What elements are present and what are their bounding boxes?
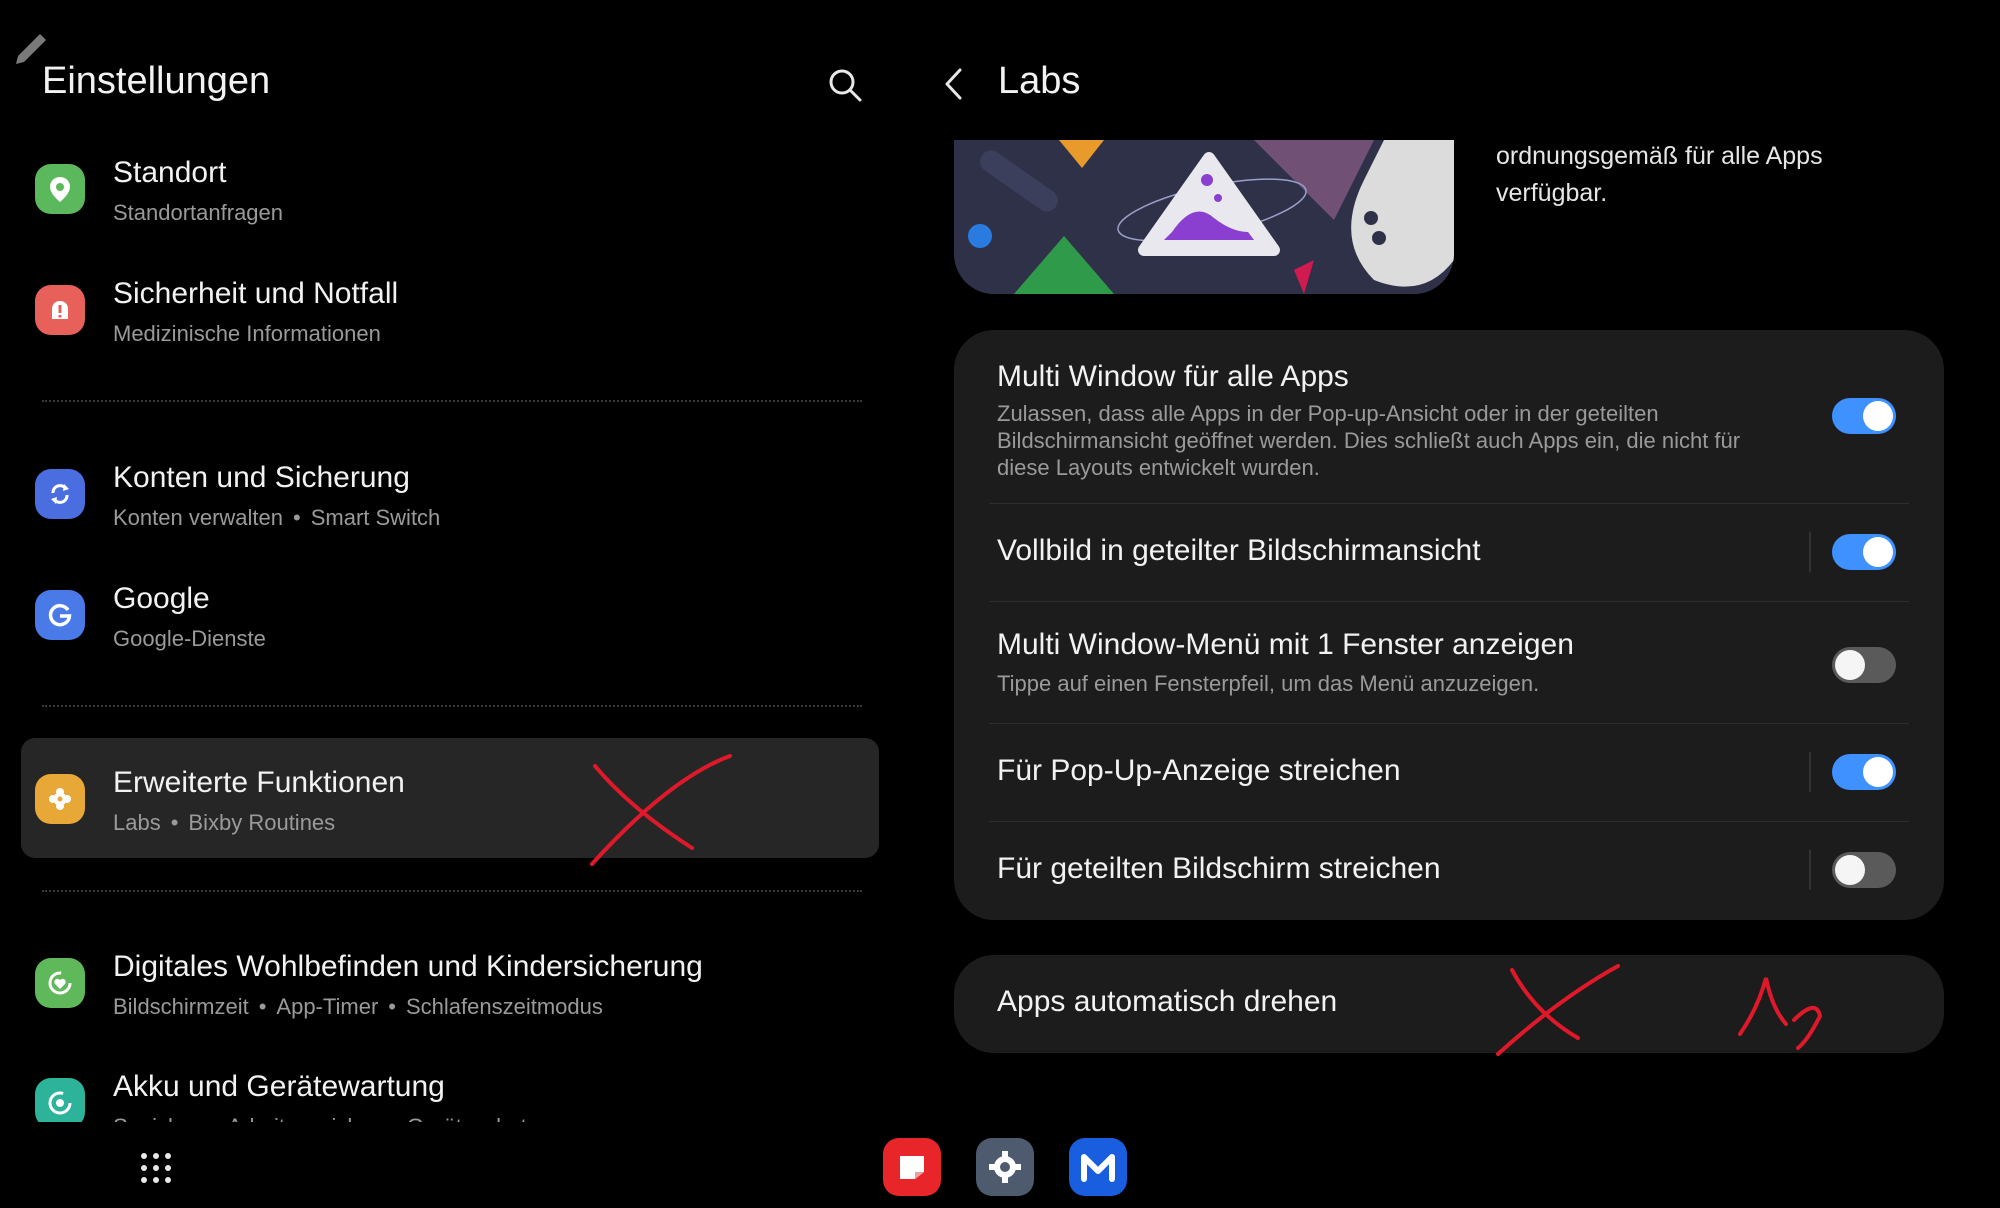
option-title: Multi Window für alle Apps [997,360,1349,393]
menu-item-subtitle: Medizinische Informationen [113,321,381,346]
labs-title: Labs [998,60,1081,102]
menu-item-google[interactable]: Google Google-Dienste [21,554,879,674]
alert-icon [35,285,85,335]
toggle-switch[interactable] [1832,398,1896,434]
menu-item-title: Sicherheit und Notfall [113,277,399,310]
section-divider [42,705,862,707]
menu-item-standort[interactable]: Standort Standortanfragen [21,128,879,248]
option-geteilter-bildschirm-streichen[interactable]: Für geteilten Bildschirm streichen [954,822,1944,920]
toggle-switch[interactable] [1832,534,1896,570]
device-care-icon [35,1078,85,1122]
labs-options-card: Multi Window für alle Apps Zulassen, das… [954,330,1944,920]
vertical-divider [1809,532,1811,572]
location-pin-icon [35,164,85,214]
option-title: Für geteilten Bildschirm streichen [997,852,1441,885]
toggle-switch[interactable] [1832,754,1896,790]
option-description: Zulassen, dass alle Apps in der Pop-up-A… [997,401,1741,480]
red-x-annotation [590,754,732,866]
option-multi-window-all-apps[interactable]: Multi Window für alle Apps Zulassen, das… [954,330,1944,503]
option-pop-up-streichen[interactable]: Für Pop-Up-Anzeige streichen [954,724,1944,821]
google-icon [35,590,85,640]
menu-item-erweiterte-funktionen[interactable]: Erweiterte Funktionen Labs • Bixby Routine… [21,738,879,858]
menu-item-subtitle: Bildschirmzeit • App-Timer • Schlafenszeitmo… [113,994,603,1019]
option-multi-window-menu[interactable]: Multi Window-Menü mit 1 Fenster anzeigen… [954,602,1944,723]
toggle-switch[interactable] [1832,647,1896,683]
option-title: Multi Window-Menü mit 1 Fenster anzeigen [997,628,1574,661]
back-arrow-icon[interactable] [938,64,972,104]
menu-item-subtitle: Speicher•Arbeitsspeicher•Geräteschutz [113,1114,538,1122]
menu-item-title: Standort [113,156,227,189]
settings-title: Einstellungen [42,60,271,102]
search-icon[interactable] [822,62,870,110]
settings-gear-icon[interactable] [976,1138,1034,1196]
labs-intro-text: ordnungsgemäß für alle Apps verfügbar. [1496,142,1823,207]
menu-item-digitales-wohlbefinden[interactable]: Digitales Wohlbefinden und Kindersicheru… [21,922,879,1042]
multistar-icon[interactable] [1069,1138,1127,1196]
vertical-divider [1809,850,1811,890]
menu-item-subtitle: Standortanfragen [113,200,284,225]
red-checkmark-annotation [1738,977,1823,1050]
labs-illustration [954,140,1454,294]
menu-item-title: Digitales Wohlbefinden und Kindersicheru… [113,950,703,983]
menu-item-konten[interactable]: Konten und Sicherung Konten verwalten • Sm… [21,433,879,553]
menu-item-title: Konten und Sicherung [113,461,410,494]
toggle-switch[interactable] [1832,852,1896,888]
menu-item-subtitle: Google-Dienste [113,626,266,651]
menu-item-title: Google [113,582,210,615]
option-title: Apps automatisch drehen [997,985,1338,1018]
option-title: Vollbild in geteilter Bildschirmansicht [997,534,1481,567]
wellbeing-icon [35,958,85,1008]
menu-item-akku[interactable]: Akku und Gerätewartung Speicher•Arbeitss… [21,1060,879,1122]
sync-icon [35,469,85,519]
menu-item-title: Erweiterte Funktionen [113,766,405,799]
menu-item-sicherheit[interactable]: Sicherheit und Notfall Medizinische Info… [21,249,879,369]
section-divider [42,400,862,402]
option-title: Für Pop-Up-Anzeige streichen [997,754,1401,787]
scroll-clip: Akku und Gerätewartung Speicher•Arbeitss… [0,1060,900,1122]
red-x-annotation [1496,964,1620,1056]
option-vollbild-geteilt[interactable]: Vollbild in geteilter Bildschirmansicht [954,504,1944,601]
menu-item-title: Akku und Gerätewartung [113,1070,445,1103]
vertical-divider [1809,752,1811,792]
puzzle-icon [35,774,85,824]
menu-item-subtitle: Konten verwalten • Smart Switch [113,505,441,530]
samsung-notes-icon[interactable] [883,1138,941,1196]
option-description: Tippe auf einen Fensterpfeil, um das Men… [997,671,1540,696]
apps-grid-icon[interactable] [136,1148,176,1188]
section-divider [42,890,862,892]
menu-item-subtitle: Labs • Bixby Routines [113,810,336,835]
